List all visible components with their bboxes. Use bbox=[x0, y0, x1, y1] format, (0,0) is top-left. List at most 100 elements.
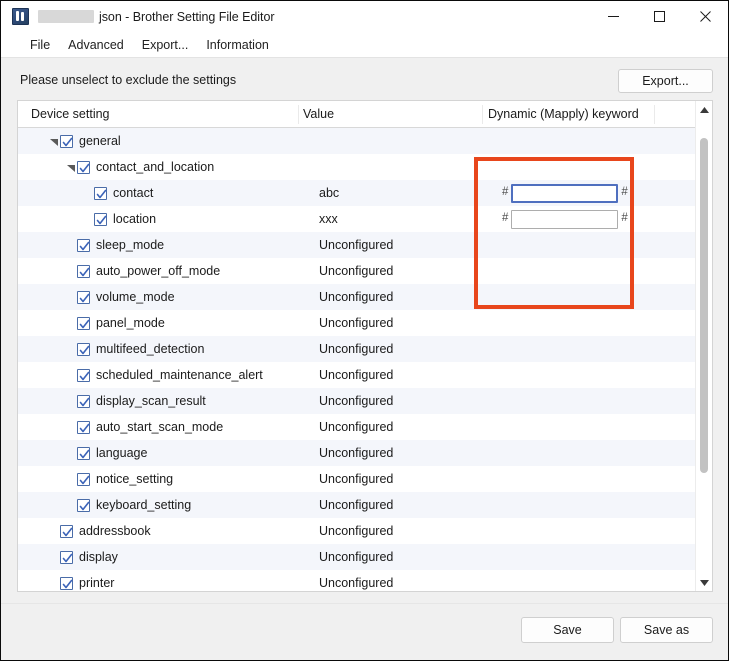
row-setting-name: notice_setting bbox=[96, 472, 174, 486]
table-row[interactable]: general bbox=[18, 128, 696, 154]
row-value: Unconfigured bbox=[319, 472, 394, 486]
footer-bar: Save Save as bbox=[1, 603, 728, 660]
row-setting-name: printer bbox=[79, 576, 115, 590]
hash-prefix-icon: # bbox=[502, 212, 509, 225]
table-row[interactable]: auto_start_scan_mode Unconfigured bbox=[18, 414, 696, 440]
row-checkbox[interactable] bbox=[60, 576, 73, 590]
row-checkbox[interactable] bbox=[77, 238, 90, 252]
dynamic-keyword-input[interactable] bbox=[511, 183, 619, 203]
export-button[interactable]: Export... bbox=[618, 69, 713, 93]
save-as-button[interactable]: Save as bbox=[620, 617, 713, 643]
table-row[interactable]: location xxx # # bbox=[18, 206, 696, 232]
scrollbar-thumb[interactable] bbox=[700, 138, 708, 473]
row-checkbox[interactable] bbox=[60, 524, 73, 538]
table-row[interactable]: scheduled_maintenance_alert Unconfigured bbox=[18, 362, 696, 388]
row-checkbox[interactable] bbox=[77, 420, 90, 434]
row-setting-name: location bbox=[113, 212, 157, 226]
row-setting-name: auto_power_off_mode bbox=[96, 264, 221, 278]
maximize-icon[interactable] bbox=[636, 1, 682, 32]
row-checkbox[interactable] bbox=[77, 290, 90, 304]
row-value: Unconfigured bbox=[319, 550, 394, 564]
menu-item-information[interactable]: Information bbox=[197, 35, 278, 55]
table-row[interactable]: printer Unconfigured bbox=[18, 570, 696, 591]
table-row[interactable]: addressbook Unconfigured bbox=[18, 518, 696, 544]
window-title: json - Brother Setting File Editor bbox=[99, 9, 275, 24]
save-button[interactable]: Save bbox=[521, 617, 614, 643]
row-checkbox[interactable] bbox=[77, 342, 90, 356]
row-value: Unconfigured bbox=[319, 576, 394, 590]
row-value: Unconfigured bbox=[319, 264, 394, 278]
row-checkbox[interactable] bbox=[77, 264, 90, 278]
menu-bar: File Advanced Export... Information bbox=[1, 32, 728, 57]
column-header-dynamic-keyword[interactable]: Dynamic (Mapply) keyword bbox=[488, 101, 639, 127]
scroll-up-icon[interactable] bbox=[696, 101, 712, 118]
row-checkbox[interactable] bbox=[77, 368, 90, 382]
table-row[interactable]: contact abc # # bbox=[18, 180, 696, 206]
table-row[interactable]: display_scan_result Unconfigured bbox=[18, 388, 696, 414]
row-checkbox[interactable] bbox=[60, 134, 73, 148]
main-content: Please unselect to exclude the settings … bbox=[1, 58, 728, 603]
table-row[interactable]: contact_and_location bbox=[18, 154, 696, 180]
table-header: Device setting Value Dynamic (Mapply) ke… bbox=[18, 101, 712, 128]
row-setting-name: auto_start_scan_mode bbox=[96, 420, 224, 434]
scroll-down-icon[interactable] bbox=[696, 574, 712, 591]
table-row[interactable]: language Unconfigured bbox=[18, 440, 696, 466]
column-header-value[interactable]: Value bbox=[303, 101, 334, 127]
application-window: json - Brother Setting File Editor File … bbox=[0, 0, 729, 661]
table-row[interactable]: panel_mode Unconfigured bbox=[18, 310, 696, 336]
hash-suffix-icon: # bbox=[621, 186, 628, 199]
table-row[interactable]: auto_power_off_mode Unconfigured bbox=[18, 258, 696, 284]
expand-arrow-open-icon[interactable] bbox=[65, 161, 77, 173]
row-value: Unconfigured bbox=[319, 394, 394, 408]
window-controls bbox=[590, 1, 728, 32]
menu-item-advanced[interactable]: Advanced bbox=[59, 35, 133, 55]
row-checkbox[interactable] bbox=[77, 316, 90, 330]
row-setting-name: addressbook bbox=[79, 524, 151, 538]
close-icon[interactable] bbox=[682, 1, 728, 32]
row-value: Unconfigured bbox=[319, 238, 394, 252]
row-value: abc bbox=[319, 186, 340, 200]
row-value: Unconfigured bbox=[319, 524, 394, 538]
table-row[interactable]: multifeed_detection Unconfigured bbox=[18, 336, 696, 362]
row-value: Unconfigured bbox=[319, 290, 394, 304]
table-row[interactable]: volume_mode Unconfigured bbox=[18, 284, 696, 310]
row-checkbox[interactable] bbox=[77, 472, 90, 486]
minimize-icon[interactable] bbox=[590, 1, 636, 32]
row-setting-name: display bbox=[79, 550, 118, 564]
menu-item-export[interactable]: Export... bbox=[133, 35, 198, 55]
hash-suffix-icon: # bbox=[621, 212, 628, 225]
row-value: Unconfigured bbox=[319, 420, 394, 434]
scrollbar-track[interactable] bbox=[696, 118, 712, 574]
row-checkbox[interactable] bbox=[94, 212, 107, 226]
title-bar: json - Brother Setting File Editor bbox=[1, 1, 728, 32]
table-row[interactable]: notice_setting Unconfigured bbox=[18, 466, 696, 492]
table-body: general contact_and_location contact abc # # l… bbox=[18, 128, 696, 591]
row-checkbox[interactable] bbox=[77, 498, 90, 512]
table-row[interactable]: sleep_mode Unconfigured bbox=[18, 232, 696, 258]
column-header-device-setting[interactable]: Device setting bbox=[31, 101, 110, 127]
row-checkbox[interactable] bbox=[77, 160, 90, 174]
table-row[interactable]: display Unconfigured bbox=[18, 544, 696, 570]
column-divider bbox=[654, 105, 655, 124]
row-value: Unconfigured bbox=[319, 342, 394, 356]
vertical-scrollbar[interactable] bbox=[695, 101, 712, 591]
row-setting-name: volume_mode bbox=[96, 290, 175, 304]
row-checkbox[interactable] bbox=[94, 186, 107, 200]
row-setting-name: sleep_mode bbox=[96, 238, 165, 252]
row-checkbox[interactable] bbox=[77, 394, 90, 408]
expand-arrow-open-icon[interactable] bbox=[48, 135, 60, 147]
dynamic-keyword-cell: # # bbox=[502, 183, 628, 203]
row-setting-name: panel_mode bbox=[96, 316, 165, 330]
menu-item-file[interactable]: File bbox=[21, 35, 59, 55]
row-checkbox[interactable] bbox=[77, 446, 90, 460]
column-divider bbox=[298, 105, 299, 124]
row-value: xxx bbox=[319, 212, 338, 226]
row-setting-name: language bbox=[96, 446, 148, 460]
row-value: Unconfigured bbox=[319, 446, 394, 460]
dynamic-keyword-cell: # # bbox=[502, 209, 628, 229]
row-setting-name: display_scan_result bbox=[96, 394, 206, 408]
table-row[interactable]: keyboard_setting Unconfigured bbox=[18, 492, 696, 518]
row-checkbox[interactable] bbox=[60, 550, 73, 564]
row-setting-name: contact_and_location bbox=[96, 160, 215, 174]
dynamic-keyword-input[interactable] bbox=[511, 209, 619, 229]
